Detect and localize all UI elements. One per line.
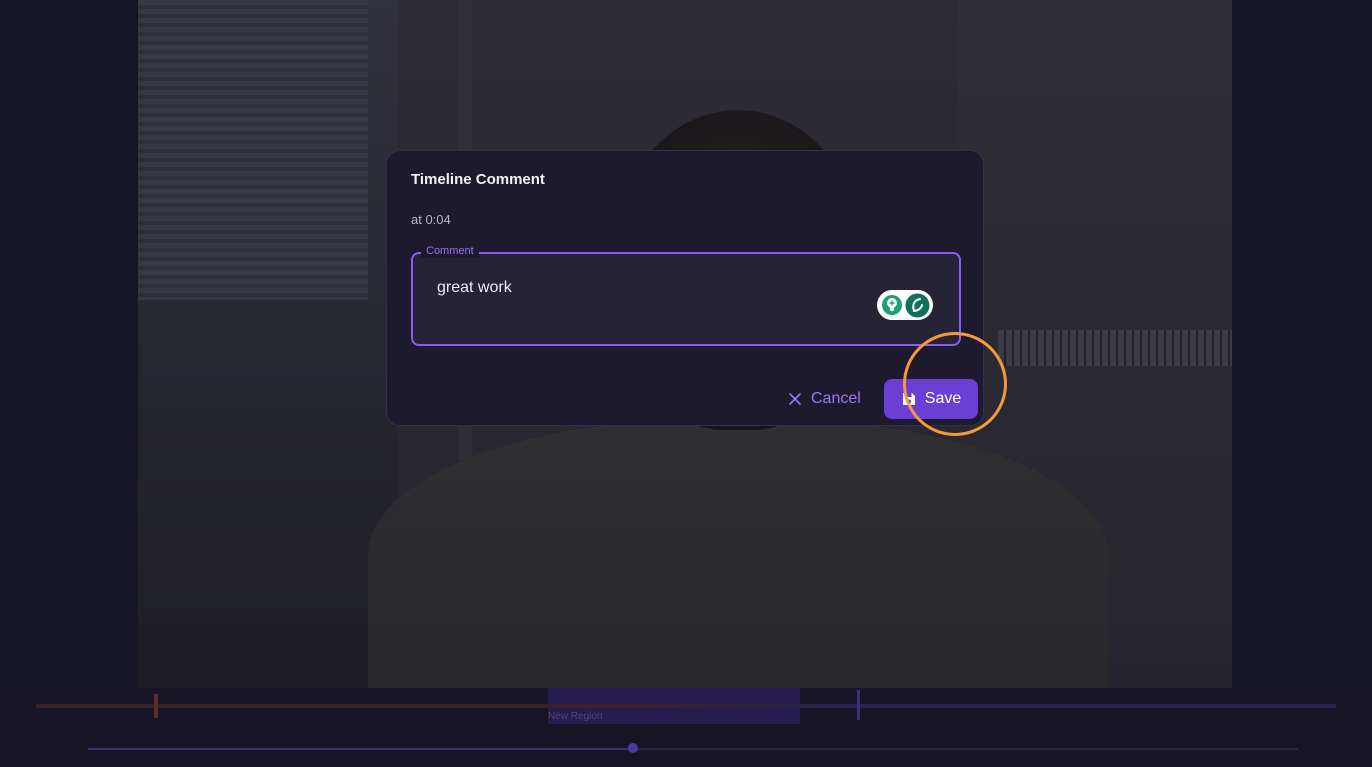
comment-input-value[interactable]: great work [437,279,512,297]
cancel-button-label: Cancel [811,390,861,407]
floppy-disk-icon [902,393,915,405]
timeline-comment-dialog: Timeline Comment at 0:04 great work Comm… [386,150,984,426]
save-button[interactable]: Save [884,379,978,419]
timeline-marker[interactable] [857,690,860,720]
right-gutter [1232,0,1372,688]
comment-field[interactable]: great work [411,252,961,346]
timeline-region-label: New Region [548,711,603,722]
comment-label: Comment [421,244,479,258]
leaf-icon [905,293,930,318]
dialog-timestamp: at 0:04 [411,212,451,227]
close-icon [789,393,801,405]
playhead-handle[interactable] [628,743,638,753]
timeline-waveform[interactable] [36,704,1336,708]
timeline-marker[interactable] [154,694,158,718]
dialog-title: Timeline Comment [411,171,545,188]
video-editor: New Region Timeline Comment at 0:04 grea… [0,0,1372,767]
save-button-label: Save [924,390,962,407]
lightbulb-icon [882,295,902,315]
grammar-extension-icon[interactable] [877,290,933,320]
scrub-progress [88,748,633,750]
left-gutter [0,0,138,688]
cancel-button[interactable]: Cancel [787,379,877,419]
